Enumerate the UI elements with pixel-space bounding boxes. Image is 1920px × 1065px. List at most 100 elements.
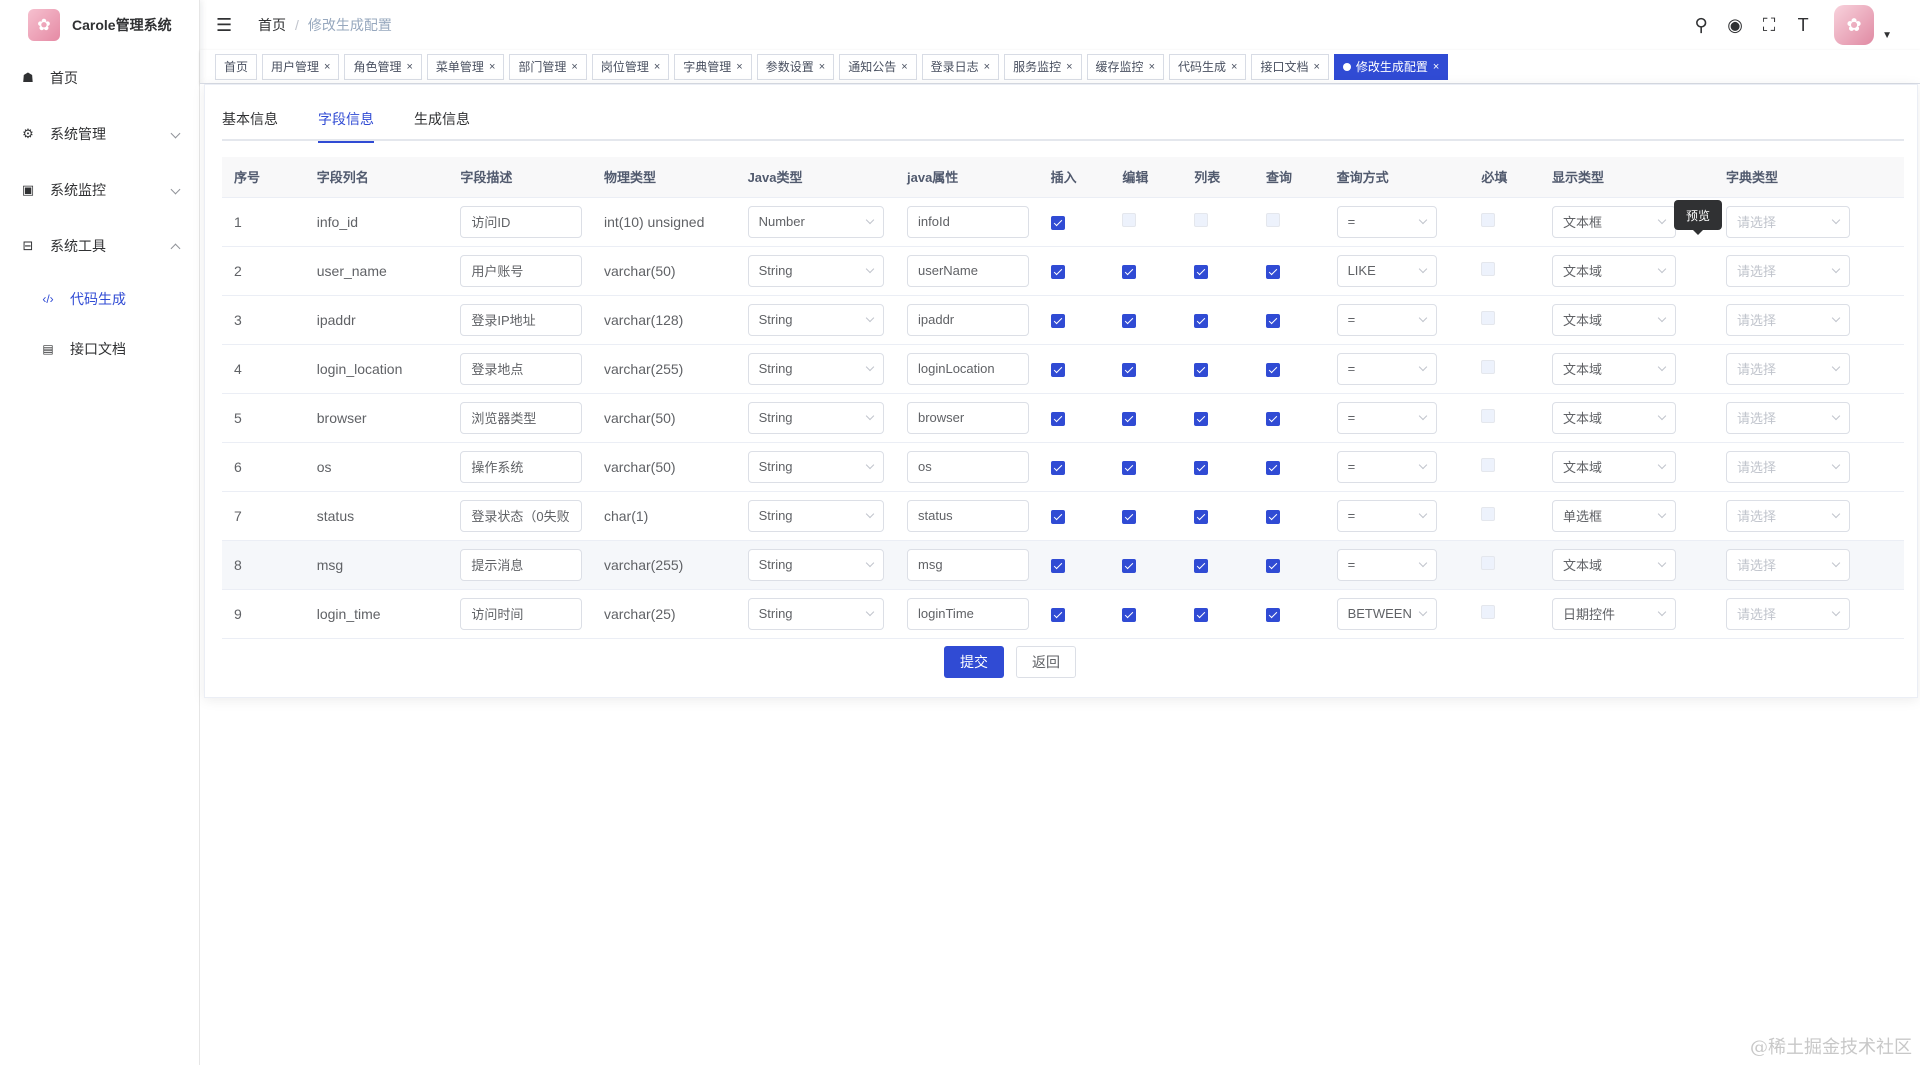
logo[interactable]: ✿ Carole管理系统 bbox=[0, 0, 199, 50]
list-checkbox[interactable] bbox=[1194, 363, 1209, 377]
insert-checkbox[interactable] bbox=[1050, 314, 1065, 328]
close-icon[interactable]: × bbox=[819, 61, 825, 73]
query-checkbox[interactable] bbox=[1266, 461, 1280, 475]
tag-item[interactable]: 服务监控 × bbox=[1004, 53, 1082, 80]
tag-item[interactable]: 角色管理 × bbox=[344, 53, 422, 80]
close-icon[interactable]: × bbox=[1231, 61, 1237, 73]
java-type-select[interactable]: String bbox=[747, 254, 884, 287]
java-type-select[interactable]: String bbox=[747, 401, 884, 434]
edit-checkbox[interactable] bbox=[1122, 461, 1137, 475]
list-checkbox[interactable] bbox=[1194, 412, 1209, 426]
close-icon[interactable]: × bbox=[571, 61, 577, 73]
dict-type-select[interactable]: 请选择 bbox=[1726, 254, 1851, 287]
query-mode-select[interactable]: = bbox=[1336, 205, 1437, 238]
java-type-select[interactable]: String bbox=[747, 597, 884, 630]
display-type-select[interactable]: 日期控件 bbox=[1551, 597, 1676, 630]
dict-type-select[interactable]: 请选择 bbox=[1726, 205, 1851, 238]
query-mode-select[interactable]: = bbox=[1336, 303, 1437, 336]
list-checkbox[interactable] bbox=[1194, 510, 1209, 524]
tag-item[interactable]: 修改生成配置 × bbox=[1333, 53, 1449, 80]
close-icon[interactable]: × bbox=[984, 61, 990, 73]
back-button[interactable]: 返回 bbox=[1016, 646, 1076, 678]
dict-type-select[interactable]: 请选择 bbox=[1726, 548, 1851, 581]
display-type-select[interactable]: 文本域 bbox=[1551, 450, 1676, 483]
query-checkbox[interactable] bbox=[1266, 363, 1280, 377]
field-desc-input[interactable]: 操作系统 bbox=[460, 450, 583, 483]
field-desc-input[interactable]: 浏览器类型 bbox=[460, 401, 583, 434]
query-mode-select[interactable]: = bbox=[1336, 401, 1437, 434]
java-attr-input[interactable]: ipaddr bbox=[907, 303, 1029, 336]
tag-item[interactable]: 参数设置 × bbox=[756, 53, 835, 80]
tag-item[interactable]: 岗位管理 × bbox=[591, 53, 670, 80]
list-checkbox[interactable] bbox=[1194, 608, 1209, 622]
sidebar-item-home[interactable]: ☗ 首页 bbox=[0, 50, 199, 106]
tag-item[interactable]: 登录日志 × bbox=[921, 53, 1000, 80]
field-desc-input[interactable]: 提示消息 bbox=[460, 548, 583, 581]
close-icon[interactable]: × bbox=[901, 61, 907, 73]
display-type-select[interactable]: 文本域 bbox=[1551, 303, 1676, 336]
query-mode-select[interactable]: = bbox=[1336, 352, 1437, 385]
field-desc-input[interactable]: 登录IP地址 bbox=[460, 303, 583, 336]
display-type-select[interactable]: 文本域 bbox=[1551, 401, 1676, 434]
tab-field-info[interactable]: 字段信息 bbox=[298, 109, 394, 143]
query-mode-select[interactable]: BETWEEN bbox=[1336, 597, 1437, 630]
tag-item[interactable]: 用户管理 × bbox=[262, 53, 340, 80]
query-checkbox[interactable] bbox=[1266, 510, 1280, 524]
java-attr-input[interactable]: os bbox=[907, 450, 1029, 483]
tab-basic-info[interactable]: 基本信息 bbox=[222, 109, 298, 141]
java-attr-input[interactable]: msg bbox=[907, 548, 1029, 581]
edit-checkbox[interactable] bbox=[1122, 314, 1137, 328]
submit-button[interactable]: 提交 bbox=[944, 646, 1004, 678]
java-attr-input[interactable]: infoId bbox=[907, 205, 1029, 238]
font-size-icon[interactable]: T bbox=[1786, 15, 1820, 36]
display-type-select[interactable]: 文本域 bbox=[1551, 254, 1676, 287]
java-type-select[interactable]: Number bbox=[747, 205, 884, 238]
tag-item[interactable]: 代码生成 × bbox=[1169, 53, 1247, 80]
insert-checkbox[interactable] bbox=[1050, 363, 1065, 377]
sidebar-item-monitor[interactable]: ▣ 系统监控 bbox=[0, 162, 199, 218]
list-checkbox[interactable] bbox=[1194, 559, 1209, 573]
close-icon[interactable]: × bbox=[736, 61, 742, 73]
edit-checkbox[interactable] bbox=[1122, 510, 1137, 524]
list-checkbox[interactable] bbox=[1194, 461, 1209, 475]
dict-type-select[interactable]: 请选择 bbox=[1726, 597, 1851, 630]
insert-checkbox[interactable] bbox=[1050, 412, 1065, 426]
sidebar-item-system[interactable]: ⚙ 系统管理 bbox=[0, 106, 199, 162]
java-type-select[interactable]: String bbox=[747, 303, 884, 336]
insert-checkbox[interactable] bbox=[1050, 608, 1065, 622]
query-checkbox[interactable] bbox=[1266, 412, 1280, 426]
java-type-select[interactable]: String bbox=[747, 352, 884, 385]
edit-checkbox[interactable] bbox=[1122, 608, 1137, 622]
field-desc-input[interactable]: 用户账号 bbox=[460, 254, 583, 287]
close-icon[interactable]: × bbox=[324, 61, 330, 73]
close-icon[interactable]: × bbox=[406, 61, 412, 73]
tag-item[interactable]: 字典管理 × bbox=[674, 53, 752, 80]
dict-type-select[interactable]: 请选择 bbox=[1726, 303, 1851, 336]
sidebar-item-tools[interactable]: ⊟ 系统工具 bbox=[0, 218, 199, 274]
query-checkbox[interactable] bbox=[1266, 265, 1280, 279]
list-checkbox[interactable] bbox=[1194, 265, 1209, 279]
sidebar-item-api-docs[interactable]: ▤ 接口文档 bbox=[0, 324, 199, 374]
java-type-select[interactable]: String bbox=[747, 499, 884, 532]
edit-checkbox[interactable] bbox=[1122, 412, 1137, 426]
java-type-select[interactable]: String bbox=[747, 450, 884, 483]
field-desc-input[interactable]: 访问时间 bbox=[460, 597, 583, 630]
avatar[interactable]: ✿ bbox=[1834, 5, 1875, 45]
dict-type-select[interactable]: 请选择 bbox=[1726, 401, 1851, 434]
insert-checkbox[interactable] bbox=[1050, 216, 1065, 230]
insert-checkbox[interactable] bbox=[1050, 510, 1065, 524]
tag-item[interactable]: 通知公告 × bbox=[839, 53, 917, 80]
tag-item[interactable]: 菜单管理 × bbox=[426, 53, 505, 80]
edit-checkbox[interactable] bbox=[1122, 559, 1137, 573]
breadcrumb-home[interactable]: 首页 bbox=[258, 15, 286, 35]
close-icon[interactable]: × bbox=[489, 61, 495, 73]
list-checkbox[interactable] bbox=[1194, 314, 1209, 328]
close-icon[interactable]: × bbox=[654, 61, 660, 73]
display-type-select[interactable]: 文本域 bbox=[1551, 352, 1676, 385]
github-icon[interactable]: ◉ bbox=[1718, 15, 1752, 36]
tag-item[interactable]: 首页 bbox=[215, 53, 258, 80]
insert-checkbox[interactable] bbox=[1050, 559, 1065, 573]
edit-checkbox[interactable] bbox=[1122, 363, 1137, 377]
field-desc-input[interactable]: 登录地点 bbox=[460, 352, 583, 385]
dict-type-select[interactable]: 请选择 bbox=[1726, 499, 1851, 532]
